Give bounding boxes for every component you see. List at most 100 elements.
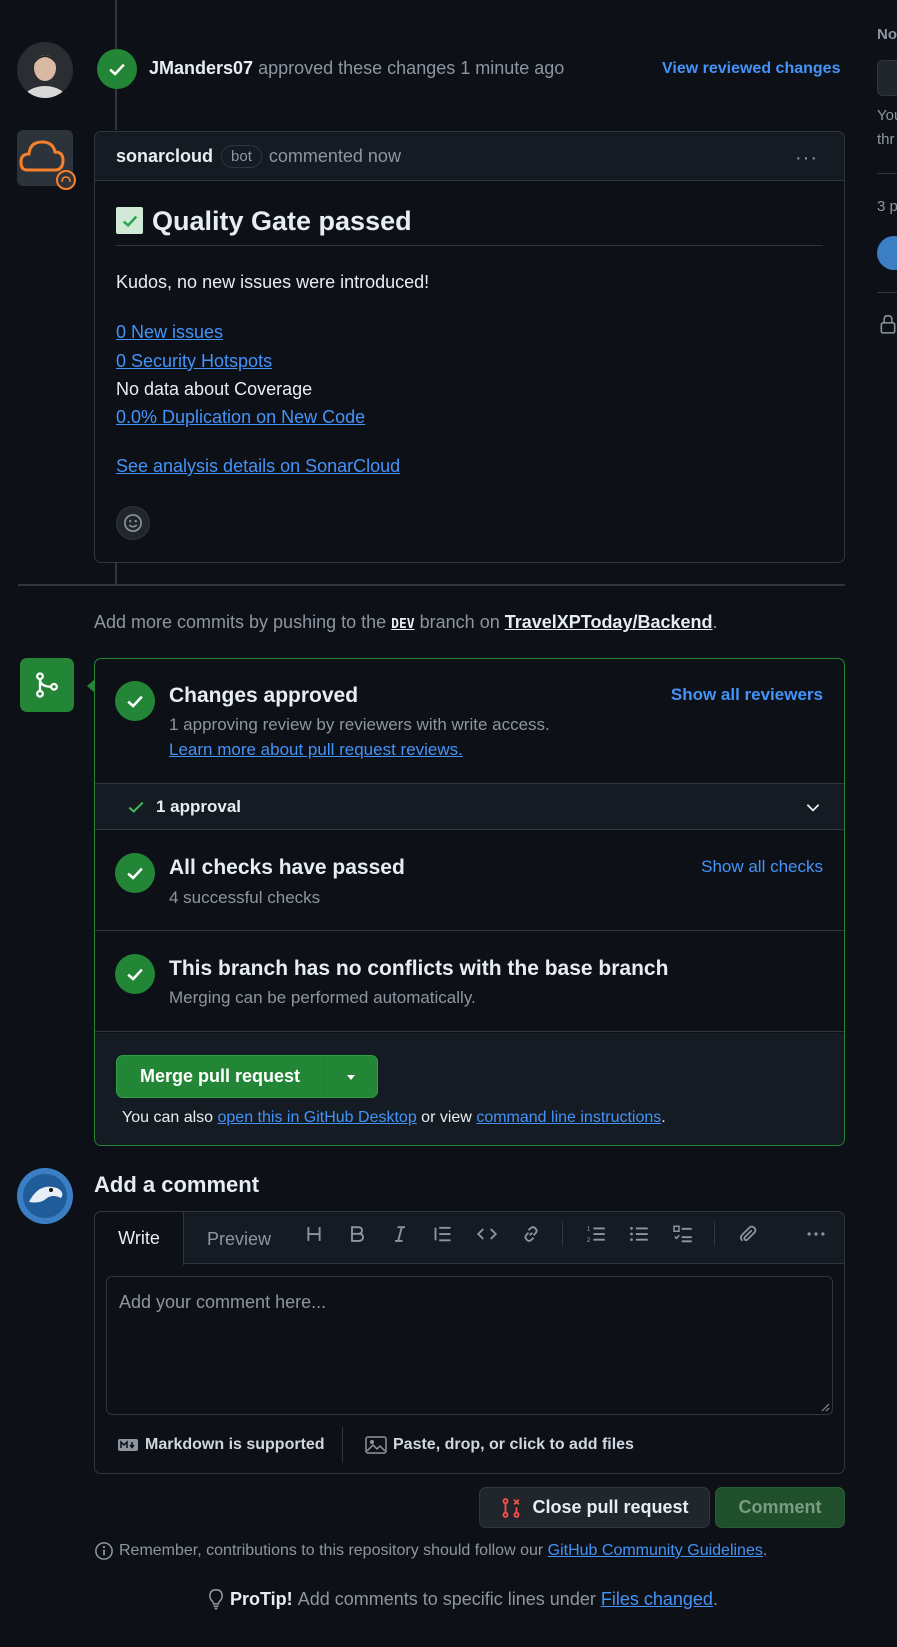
link-icon[interactable] [519,1222,543,1246]
current-user-avatar[interactable] [17,1168,73,1224]
timeline-divider [18,584,845,586]
approved-title: Changes approved [169,684,359,707]
heading-divider [116,245,823,246]
approvals-toggle[interactable]: 1 approval [95,783,844,830]
review-time[interactable]: 1 minute ago [460,58,564,78]
kudos-text: Kudos, no new issues were introduced! [116,272,430,292]
merge-button-group: Merge pull request [116,1055,378,1098]
merge-pull-request-button[interactable]: Merge pull request [117,1056,324,1097]
comment-button[interactable]: Comment [715,1487,845,1528]
close-pull-request-button[interactable]: Close pull request [479,1487,710,1528]
approved-desc: 1 approving review by reviewers with wri… [169,715,550,734]
comment-textarea[interactable]: Add your comment here... [106,1276,833,1415]
kebab-icon: ··· [795,147,818,169]
footer-divider [342,1427,343,1463]
sonarcloud-avatar[interactable] [17,130,76,190]
participant-avatar[interactable] [877,236,897,270]
approvals-count: 1 approval [156,797,242,816]
checks-section: All checks have passed 4 successful chec… [95,831,844,931]
info-icon [95,1542,113,1560]
analysis-details-link[interactable]: See analysis details on SonarCloud [116,456,400,477]
check-icon [128,801,144,813]
approved-check-icon [97,49,137,89]
files-changed-link[interactable]: Files changed [601,1589,713,1610]
more-options-icon[interactable] [804,1222,828,1246]
repo-link[interactable]: TravelXPToday/Backend [505,612,713,632]
merge-box: Changes approved 1 approving review by r… [94,658,845,1146]
conflicts-section: This branch has no conflicts with the ba… [95,932,844,1032]
approved-status-icon [115,681,155,721]
review-event: JManders07 approved these changes 1 minu… [149,58,564,79]
quality-gate-icon [116,207,143,234]
task-list-icon[interactable] [671,1222,695,1246]
git-pull-request-closed-icon [503,1497,520,1518]
push-info: Add more commits by pushing to the DEV b… [94,612,718,632]
sidebar-notifications-label: No [877,26,897,43]
reviewer-avatar[interactable] [17,42,73,98]
quote-icon[interactable] [431,1222,455,1246]
merge-options-dropdown[interactable] [324,1056,377,1097]
smiley-icon [124,514,142,532]
sidebar-subscribe-button[interactable] [877,60,897,96]
chevron-down-icon [806,804,820,812]
toolbar-divider [714,1222,715,1246]
show-all-checks-link[interactable]: Show all checks [701,857,823,877]
tab-preview[interactable]: Preview [207,1229,271,1250]
bold-icon[interactable] [345,1222,369,1246]
sidebar-participants: 3 p [877,198,897,215]
cli-instructions-link[interactable]: command line instructions [476,1109,661,1126]
timeline-line [115,562,117,584]
git-merge-icon [36,672,58,698]
unordered-list-icon[interactable] [627,1222,651,1246]
toolbar-divider [562,1222,563,1246]
lock-icon[interactable] [879,314,897,339]
comment-author[interactable]: sonarcloud [116,146,213,167]
image-icon [365,1436,387,1454]
checks-status-icon [115,853,155,893]
heading-icon[interactable] [302,1222,326,1246]
sonarcloud-comment: sonarcloud bot commented now ··· Quality… [94,131,845,563]
svg-text:2: 2 [587,1237,591,1244]
comment-menu-button[interactable]: ··· [795,147,818,170]
community-guidelines-link[interactable]: GitHub Community Guidelines [548,1542,763,1560]
learn-more-reviews-link[interactable]: Learn more about pull request reviews. [169,740,463,760]
guidelines-notice: Remember, contributions to this reposito… [94,1541,767,1561]
ordered-list-icon[interactable]: 12 [584,1222,608,1246]
resize-handle-icon[interactable] [820,1402,830,1412]
github-desktop-link[interactable]: open this in GitHub Desktop [218,1109,417,1126]
markdown-icon [118,1439,138,1451]
merge-action-section: Merge pull request You can also open thi… [95,1033,844,1145]
quality-gate-heading: Quality Gate passed [152,206,412,236]
duplication-link[interactable]: 0.0% Duplication on New Code [116,407,365,428]
sidebar-notif-text: You thr [877,107,897,148]
review-action: approved these changes [258,58,456,78]
bot-badge: bot [221,144,262,168]
checks-title: All checks have passed [169,856,405,879]
add-comment-title: Add a comment [94,1172,260,1197]
protip: ProTip! Add comments to specific lines u… [206,1588,718,1610]
tab-write[interactable]: Write [95,1212,184,1265]
comment-placeholder: Add your comment here... [119,1292,327,1312]
protip-label: ProTip! [230,1588,293,1609]
security-hotspots-link[interactable]: 0 Security Hotspots [116,351,272,372]
new-issues-link[interactable]: 0 New issues [116,322,223,343]
code-icon[interactable] [475,1222,499,1246]
markdown-supported[interactable]: Markdown is supported [117,1436,325,1454]
paperclip-icon[interactable] [736,1222,760,1246]
italic-icon[interactable] [388,1222,412,1246]
sidebar-divider [877,173,897,174]
comment-header: sonarcloud bot commented now ··· [95,132,844,181]
triangle-down-icon [346,1074,355,1080]
show-all-reviewers-link[interactable]: Show all reviewers [671,685,823,705]
conflicts-status-icon [115,954,155,994]
branch-name[interactable]: DEV [391,617,414,632]
add-reaction-button[interactable] [116,506,150,540]
view-reviewed-changes-link[interactable]: View reviewed changes [662,60,840,78]
reviewer-name[interactable]: JManders07 [149,58,253,78]
coverage-text: No data about Coverage [116,379,313,399]
attach-files[interactable]: Paste, drop, or click to add files [365,1436,634,1454]
light-bulb-icon [209,1589,223,1610]
comment-meta[interactable]: commented now [269,146,401,167]
svg-text:1: 1 [587,1226,591,1233]
sidebar-divider [877,292,897,293]
